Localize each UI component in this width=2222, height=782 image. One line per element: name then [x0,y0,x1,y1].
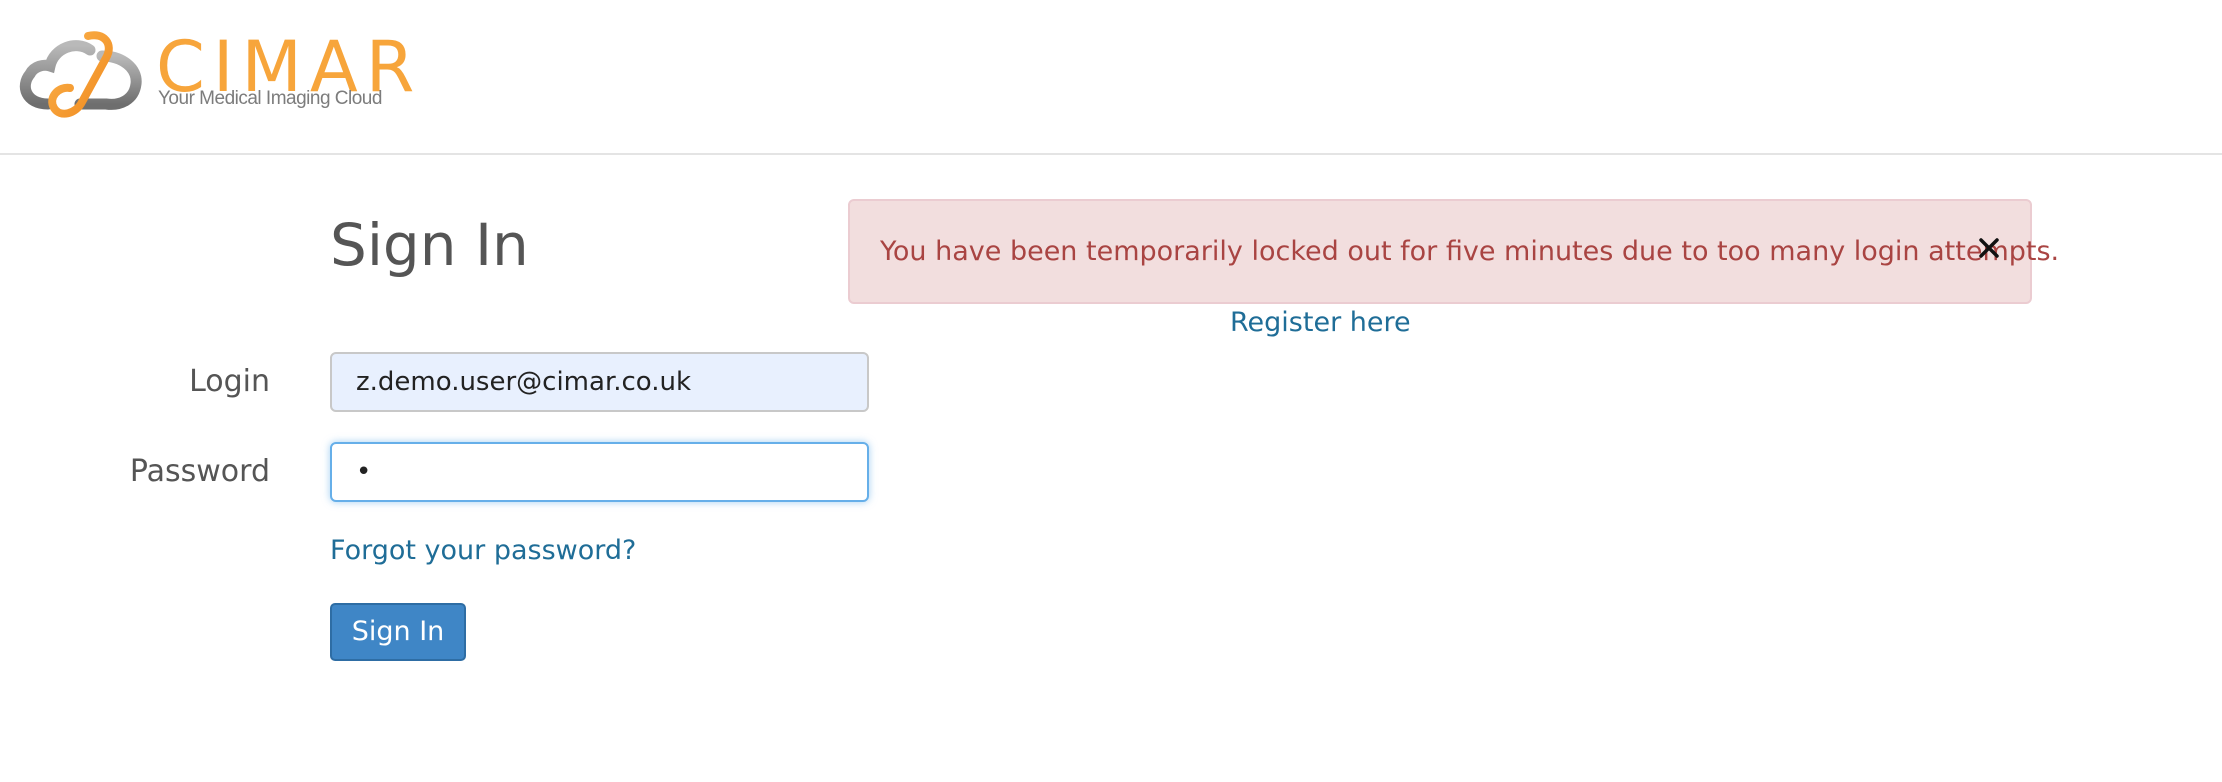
header: CIMAR Your Medical Imaging Cloud [0,0,2222,155]
login-input[interactable] [330,352,869,412]
lockout-alert: You have been temporarily locked out for… [848,199,2059,304]
password-input[interactable] [330,442,869,502]
cloud-link-logo-icon [20,31,142,118]
password-label: Password [129,454,270,489]
alert-message: You have been temporarily locked out for… [880,236,2060,267]
sign-in-button[interactable]: Sign In [330,603,466,661]
login-label: Login [189,364,270,399]
logo-tagline: Your Medical Imaging Cloud [158,88,382,109]
register-link[interactable]: Register here [1230,305,1411,341]
close-icon[interactable] [1974,233,2004,263]
cimar-logo[interactable]: CIMAR Your Medical Imaging Cloud [18,26,414,126]
page-title: Sign In [330,211,529,279]
forgot-password-link[interactable]: Forgot your password? [330,533,636,569]
